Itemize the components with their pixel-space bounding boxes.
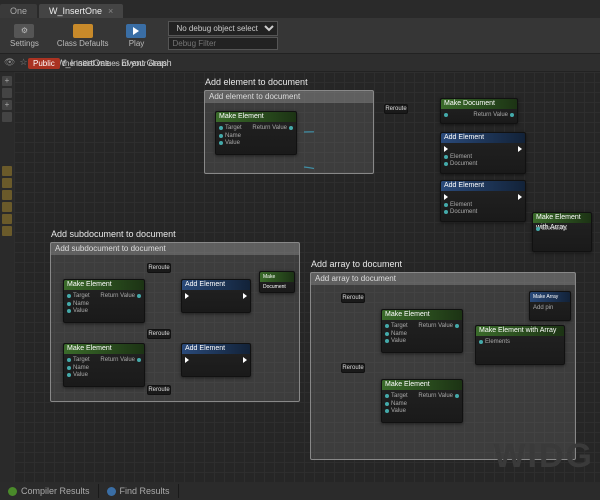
play-icon bbox=[126, 24, 146, 38]
node-header: Make Element bbox=[382, 380, 462, 390]
node-make-element[interactable]: Make Element TargetReturn Value Name Val… bbox=[381, 379, 463, 423]
gutter-item[interactable] bbox=[2, 178, 12, 188]
toolbar: ⚙ Settings Class Defaults Play No debug … bbox=[0, 18, 600, 54]
gear-icon: ⚙ bbox=[14, 24, 34, 38]
node-header: Add Element bbox=[182, 280, 250, 290]
find-results-icon bbox=[107, 487, 116, 496]
node-make-element-with-array[interactable]: Make Element with Array Elements bbox=[532, 212, 592, 252]
gutter-item[interactable] bbox=[2, 202, 12, 212]
play-label: Play bbox=[129, 39, 145, 48]
comment-title: Add array to document bbox=[311, 259, 402, 269]
settings-button[interactable]: ⚙ Settings bbox=[4, 22, 45, 50]
gutter-item[interactable] bbox=[2, 226, 12, 236]
node-make-element-with-array[interactable]: Make Element with Array Elements bbox=[475, 325, 565, 365]
node-header: Make Element bbox=[64, 280, 144, 290]
tab-compiler-results[interactable]: Compiler Results bbox=[0, 484, 99, 498]
gutter-item[interactable] bbox=[2, 88, 12, 98]
comment-title: Add element to document bbox=[205, 77, 308, 87]
tab-find-results[interactable]: Find Results bbox=[99, 484, 179, 498]
bottom-panel-tabs: Compiler Results Find Results bbox=[0, 482, 600, 500]
debug-object-select[interactable]: No debug object selected bbox=[168, 21, 278, 36]
node-make-element[interactable]: Make Element TargetReturn Value Name Val… bbox=[381, 309, 463, 353]
class-defaults-label: Class Defaults bbox=[57, 39, 109, 48]
class-defaults-button[interactable]: Class Defaults bbox=[51, 22, 115, 50]
node-make-element[interactable]: Make Element TargetReturn Value Name Val… bbox=[63, 279, 145, 323]
comment-bar[interactable]: Add array to document bbox=[311, 273, 575, 285]
reroute-node[interactable]: Reroute bbox=[384, 104, 408, 114]
gutter-add-icon[interactable]: + bbox=[2, 76, 12, 86]
node-make-element[interactable]: Make Element TargetReturn Value Name Val… bbox=[215, 111, 297, 155]
settings-label: Settings bbox=[10, 39, 39, 48]
node-header: Make Element bbox=[216, 112, 296, 122]
node-add-element[interactable]: Add Element Element Document bbox=[440, 180, 526, 222]
debug-selectors: No debug object selected bbox=[168, 21, 278, 50]
gutter-add-icon[interactable]: + bbox=[2, 100, 12, 110]
node-add-element[interactable]: Add Element bbox=[181, 343, 251, 377]
hint-text: the initial values of your class bbox=[63, 59, 167, 68]
debug-filter-input[interactable] bbox=[168, 37, 278, 50]
comment-title: Add subdocument to document bbox=[51, 229, 176, 239]
node-header: Add Element bbox=[441, 181, 525, 191]
comment-add-subdocument[interactable]: Add subdocument to document Add subdocum… bbox=[50, 242, 300, 402]
comment-bar[interactable]: Add element to document bbox=[205, 91, 373, 103]
node-make-document[interactable]: Make Document bbox=[259, 271, 295, 293]
node-header: Make Element bbox=[382, 310, 462, 320]
compiler-results-icon bbox=[8, 487, 17, 496]
node-make-array[interactable]: Make Array Add pin bbox=[529, 291, 571, 321]
close-icon[interactable]: × bbox=[108, 6, 113, 16]
reroute-node[interactable]: Reroute bbox=[147, 329, 171, 339]
class-defaults-icon bbox=[73, 24, 93, 38]
reroute-node[interactable]: Reroute bbox=[147, 385, 171, 395]
tab-insertone[interactable]: W_InsertOne× bbox=[39, 4, 123, 18]
node-header: Make Document bbox=[441, 99, 517, 109]
play-button[interactable]: Play bbox=[120, 22, 152, 50]
event-graph-canvas[interactable]: Add element to document Add element to d… bbox=[14, 72, 600, 482]
node-header: Make Element bbox=[64, 344, 144, 354]
hint-bar: Public the initial values of your class bbox=[0, 56, 600, 70]
left-gutter: + + bbox=[0, 72, 14, 482]
gutter-item[interactable] bbox=[2, 166, 12, 176]
node-header: Make Document bbox=[260, 272, 294, 282]
editor-tabs: One W_InsertOne× bbox=[0, 0, 600, 18]
node-add-element[interactable]: Add Element Element Document bbox=[440, 132, 526, 174]
reroute-node[interactable]: Reroute bbox=[147, 263, 171, 273]
node-header: Make Element with Array bbox=[533, 213, 591, 223]
comment-add-element[interactable]: Add element to document Add element to d… bbox=[204, 90, 374, 174]
gutter-item[interactable] bbox=[2, 112, 12, 122]
tab-one[interactable]: One bbox=[0, 4, 37, 18]
reroute-node[interactable]: Reroute bbox=[341, 363, 365, 373]
hint-button[interactable]: Public bbox=[28, 58, 60, 69]
node-make-document[interactable]: Make Document Return Value bbox=[440, 98, 518, 124]
gutter-item[interactable] bbox=[2, 190, 12, 200]
node-add-element[interactable]: Add Element bbox=[181, 279, 251, 313]
node-header: Add Element bbox=[182, 344, 250, 354]
node-header: Make Array bbox=[530, 292, 570, 302]
gutter-item[interactable] bbox=[2, 214, 12, 224]
node-header: Add Element bbox=[441, 133, 525, 143]
node-make-element[interactable]: Make Element TargetReturn Value Name Val… bbox=[63, 343, 145, 387]
reroute-node[interactable]: Reroute bbox=[341, 293, 365, 303]
canvas-watermark: WIDG bbox=[493, 437, 594, 476]
comment-bar[interactable]: Add subdocument to document bbox=[51, 243, 299, 255]
node-header: Make Element with Array bbox=[476, 326, 564, 336]
comment-add-array[interactable]: Add array to document Add array to docum… bbox=[310, 272, 576, 460]
